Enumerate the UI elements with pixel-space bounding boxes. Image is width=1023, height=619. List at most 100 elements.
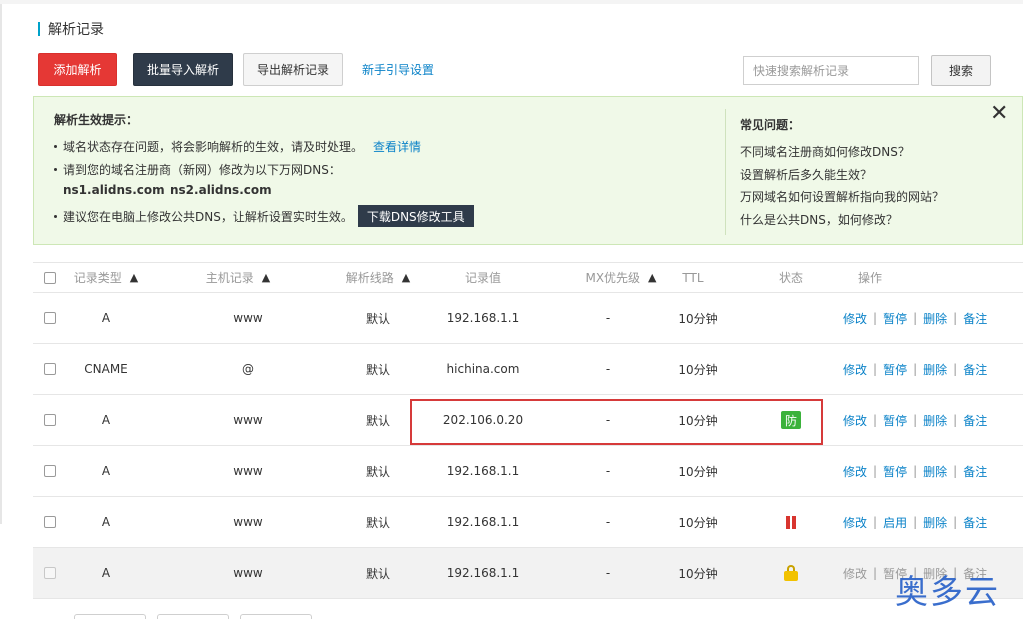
delete-link[interactable]: 删除 [923,412,947,429]
sort-up-icon[interactable]: ▲ [130,271,138,284]
notice-title: 解析生效提示： [54,113,139,127]
sort-up-icon[interactable]: ▲ [262,271,270,284]
header-line[interactable]: 解析线路 ▲ [343,263,413,292]
pause-link[interactable]: 暂停 [883,310,907,327]
cell-line: 默认 [365,311,390,326]
add-record-button[interactable]: 添加解析 [38,53,117,86]
pause-link[interactable]: 暂停 [883,361,907,378]
edit-link[interactable]: 修改 [843,361,867,378]
cell-mx: - [605,566,611,580]
row-checkbox [43,548,57,598]
title-accent-bar [38,22,40,36]
cell-status [773,344,809,394]
header-mx[interactable]: MX优先级 ▲ [581,263,661,292]
enable-link[interactable]: 启用 [883,514,907,531]
notice-line-dns-text: 请到您的域名注册商（新网）修改为以下万网DNS： [63,163,341,177]
cell-type: CNAME [84,362,128,376]
cell-line: 默认 [365,413,390,428]
cell-value: 192.168.1.1 [446,464,520,478]
header-ops: 操作 [858,271,883,285]
pause-link[interactable]: 暂停 [883,412,907,429]
cell-value: 192.168.1.1 [446,515,520,529]
cell-type: A [101,413,111,427]
remark-link[interactable]: 备注 [963,310,987,327]
cell-type: A [101,515,111,529]
delete-link[interactable]: 删除 [923,310,947,327]
cell-host: @ [242,362,254,376]
row-checkbox[interactable] [43,395,57,445]
notice-line-public-dns-text: 建议您在电脑上修改公共DNS，让解析设置实时生效。 [63,209,353,224]
table-row: A www 默认 192.168.1.1 - 10分钟 修改 | 暂停 | 删除 | … [33,293,1023,344]
cell-host: www [233,413,263,427]
sort-up-icon[interactable]: ▲ [402,271,410,284]
edit-link[interactable]: 修改 [843,310,867,327]
left-border [0,4,2,524]
cell-mx: - [605,362,611,376]
edit-link[interactable]: 修改 [843,514,867,531]
bullet-icon [54,145,57,148]
cell-ttl: 10分钟 [678,566,718,581]
cell-status [773,446,809,496]
header-host[interactable]: 主机记录 ▲ [203,263,273,292]
table-row: CNAME @ 默认 hichina.com - 10分钟 修改 | 暂停 | 删除… [33,344,1023,395]
resolution-notice-panel: 解析生效提示： 域名状态存在问题，将会影响解析的生效，请及时处理。 查看详情 请… [33,96,1023,245]
faq-item[interactable]: 不同域名注册商如何修改DNS？ [740,143,910,160]
row-checkbox[interactable] [43,446,57,496]
notice-divider [725,109,726,235]
search-button[interactable]: 搜索 [931,55,991,86]
table-row: A www 默认 192.168.1.1 - 10分钟 修改 | 暂停 | 删除 | … [33,446,1023,497]
sort-up-icon[interactable]: ▲ [648,271,656,284]
delete-link[interactable]: 删除 [923,514,947,531]
search-input[interactable] [743,56,919,85]
cell-value: 192.168.1.1 [446,311,520,325]
remark-link[interactable]: 备注 [963,412,987,429]
view-details-link[interactable]: 查看详情 [373,138,421,155]
faq-item[interactable]: 万网域名如何设置解析指向我的网站？ [740,188,944,205]
export-records-button[interactable]: 导出解析记录 [243,53,343,86]
cell-type: A [101,464,111,478]
faq-item[interactable]: 设置解析后多久能生效？ [740,166,872,183]
beginner-guide-link[interactable]: 新手引导设置 [362,60,434,80]
edit-link: 修改 [843,566,868,581]
cell-ttl: 10分钟 [678,311,718,326]
table-row: A www 默认 192.168.1.1 - 10分钟 修改 | 启用 | 删除 | … [33,497,1023,548]
cell-ops: 修改 | 暂停 | 删除 | 备注 [843,310,988,327]
cell-ttl: 10分钟 [678,515,718,530]
cell-status [773,497,809,547]
notice-line-dns: 请到您的域名注册商（新网）修改为以下万网DNS： [54,161,341,178]
delete-link[interactable]: 删除 [923,361,947,378]
row-checkbox[interactable] [43,293,57,343]
bottom-button-stub[interactable] [240,614,312,619]
faq-item[interactable]: 什么是公共DNS，如何修改？ [740,211,898,228]
cell-status [773,293,809,343]
remark-link[interactable]: 备注 [963,514,987,531]
cell-line: 默认 [365,566,390,581]
remark-link[interactable]: 备注 [963,463,987,480]
bottom-button-stub[interactable] [74,614,146,619]
row-checkbox[interactable] [43,344,57,394]
edit-link[interactable]: 修改 [843,412,867,429]
row-checkbox[interactable] [43,497,57,547]
header-record-type[interactable]: 记录类型 ▲ [74,263,138,292]
cell-value: hichina.com [446,362,520,376]
cell-ops: 修改 | 暂停 | 删除 | 备注 [843,412,988,429]
edit-link[interactable]: 修改 [843,463,867,480]
delete-link[interactable]: 删除 [923,463,947,480]
select-all-checkbox[interactable] [43,263,57,292]
header-ttl: TTL [682,270,704,285]
cell-host: www [233,566,263,580]
cell-ttl: 10分钟 [678,362,718,377]
header-value: 记录值 [464,271,501,285]
remark-link[interactable]: 备注 [963,361,987,378]
bottom-button-stub[interactable] [157,614,229,619]
notice-line-public-dns: 建议您在电脑上修改公共DNS，让解析设置实时生效。 下载DNS修改工具 [54,205,474,227]
cell-mx: - [605,311,611,325]
page-title: 解析记录 [38,18,104,40]
bulk-import-button[interactable]: 批量导入解析 [133,53,233,86]
pause-link[interactable]: 暂停 [883,463,907,480]
header-status: 状态 [778,271,803,285]
cell-ttl: 10分钟 [678,464,718,479]
close-icon[interactable]: ✕ [990,102,1008,126]
notice-line-status: 域名状态存在问题，将会影响解析的生效，请及时处理。 查看详情 [54,138,421,155]
download-dns-tool-button[interactable]: 下载DNS修改工具 [357,205,474,227]
